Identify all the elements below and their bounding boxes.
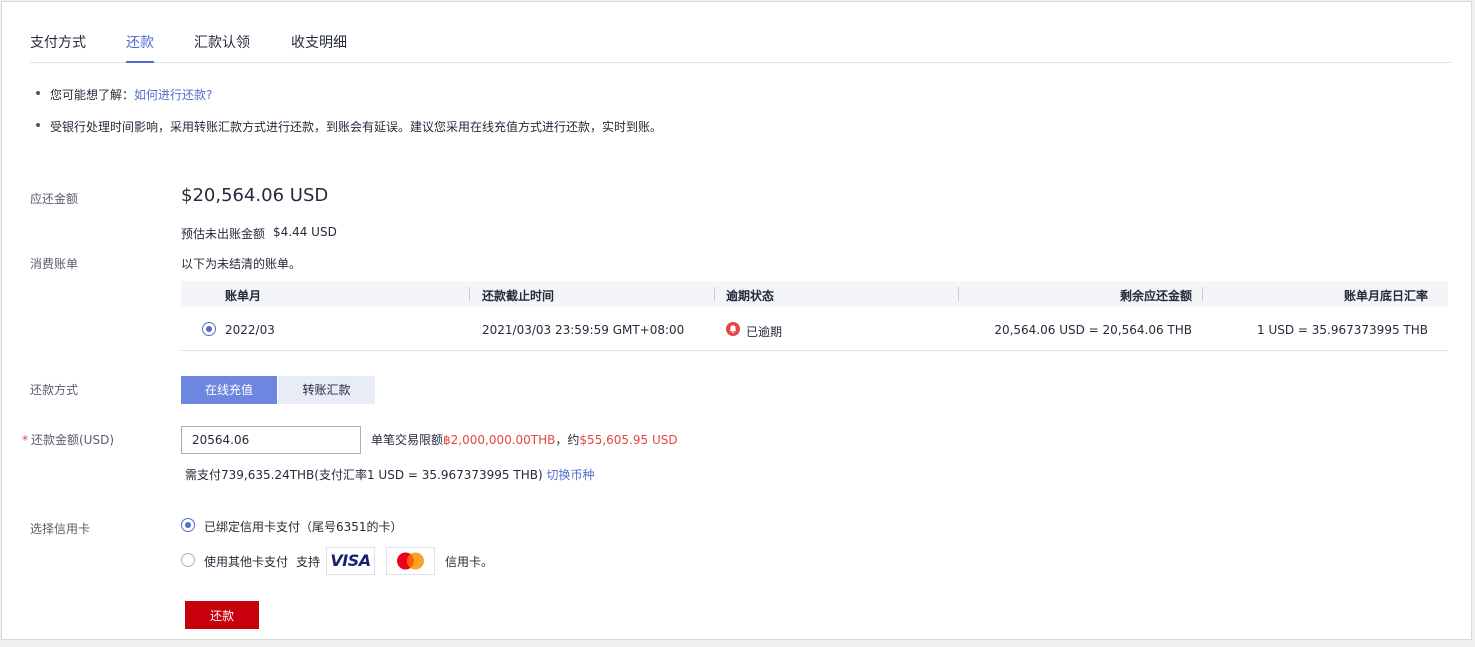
bullet-icon [36, 123, 40, 127]
bills-label: 消费账单 [30, 257, 79, 271]
hint-prefix: 您可能想了解： [50, 88, 135, 102]
bound-card-radio[interactable] [181, 518, 195, 532]
amount-input-label: * 还款金额(USD) [22, 431, 114, 448]
bills-table: 账单月 还款截止时间 逾期状态 剩余应还金额 账单月底日汇率 2022/03 2… [181, 281, 1448, 351]
limit-mid: ，约 [555, 433, 580, 447]
page-container: 支付方式 还款 汇款认领 收支明细 您可能想了解：如何进行还款? 受银行处理时间… [1, 1, 1472, 640]
tab-payment-methods[interactable]: 支付方式 [30, 32, 86, 62]
col-overdue-status: 逾期状态 [726, 289, 775, 303]
limit-thb: ฿2,000,000.00THB [443, 433, 556, 447]
repay-amount-input[interactable] [181, 426, 361, 454]
bill-overdue-status: 已逾期 [746, 325, 783, 339]
support-suffix: 信用卡。 [445, 555, 494, 569]
bill-remaining: 20,564.06 USD = 20,564.06 THB [994, 323, 1192, 337]
visa-logo: VISA [326, 547, 375, 575]
method-label: 还款方式 [30, 383, 79, 397]
col-remaining: 剩余应还金额 [1119, 289, 1192, 303]
amount-due-value: $20,564.06 USD [181, 185, 329, 206]
bill-deadline: 2021/03/03 23:59:59 GMT+08:00 [482, 323, 685, 337]
estimate-value: $4.44 USD [273, 225, 337, 239]
other-card-option[interactable]: 使用其他卡支付 [204, 553, 288, 570]
bills-description: 以下为未结清的账单。 [181, 257, 302, 271]
bill-month: 2022/03 [225, 323, 275, 337]
credit-card-label: 选择信用卡 [30, 522, 91, 536]
hint-note: 您可能想了解：如何进行还款? [50, 86, 212, 103]
column-divider [1202, 287, 1203, 301]
how-to-repay-link[interactable]: 如何进行还款? [134, 88, 212, 102]
column-divider [714, 287, 715, 301]
tab-repayment[interactable]: 还款 [126, 32, 154, 63]
tab-income-expense[interactable]: 收支明细 [291, 32, 347, 62]
estimate-label: 预估未出账金额 [181, 227, 266, 241]
bound-card-option[interactable]: 已绑定信用卡支付（尾号6351的卡） [204, 518, 403, 535]
limit-usd: $55,605.95 USD [579, 433, 678, 447]
required-mark: * [22, 433, 28, 447]
col-deadline: 还款截止时间 [482, 289, 555, 303]
tab-remittance-claim[interactable]: 汇款认领 [194, 32, 250, 62]
payable-info: 需支付739,635.24THB(支付汇率1 USD = 35.96737399… [185, 466, 594, 483]
payable-text: 需支付739,635.24THB(支付汇率1 USD = 35.96737399… [185, 468, 543, 482]
mastercard-logo [386, 547, 435, 575]
column-divider [958, 287, 959, 301]
bill-month-end-rate: 1 USD = 35.967373995 THB [1257, 323, 1428, 337]
transaction-limit: 单笔交易限额฿2,000,000.00THB，约$55,605.95 USD [371, 431, 678, 448]
method-bank-transfer[interactable]: 转账汇款 [278, 376, 375, 404]
bell-icon [726, 322, 740, 336]
bullet-icon [36, 91, 40, 95]
switch-currency-link[interactable]: 切换币种 [546, 468, 594, 482]
repay-submit-button[interactable]: 还款 [185, 601, 259, 629]
amount-input-label-text: 还款金额(USD) [31, 433, 115, 447]
limit-prefix: 单笔交易限额 [371, 433, 444, 447]
bill-select-radio[interactable] [202, 322, 216, 336]
col-month: 账单月 [225, 289, 262, 303]
delay-notice: 受银行处理时间影响，采用转账汇款方式进行还款，到账会有延误。建议您采用在线充值方… [50, 120, 663, 134]
column-divider [469, 287, 470, 301]
other-card-radio[interactable] [181, 553, 195, 567]
support-prefix: 支持 [296, 555, 321, 569]
table-header: 账单月 还款截止时间 逾期状态 剩余应还金额 账单月底日汇率 [181, 281, 1448, 307]
amount-due-label: 应还金额 [30, 192, 79, 206]
method-online-topup[interactable]: 在线充值 [181, 376, 277, 404]
tab-bar: 支付方式 还款 汇款认领 收支明细 [30, 32, 1452, 63]
col-month-end-rate: 账单月底日汇率 [1343, 289, 1428, 303]
